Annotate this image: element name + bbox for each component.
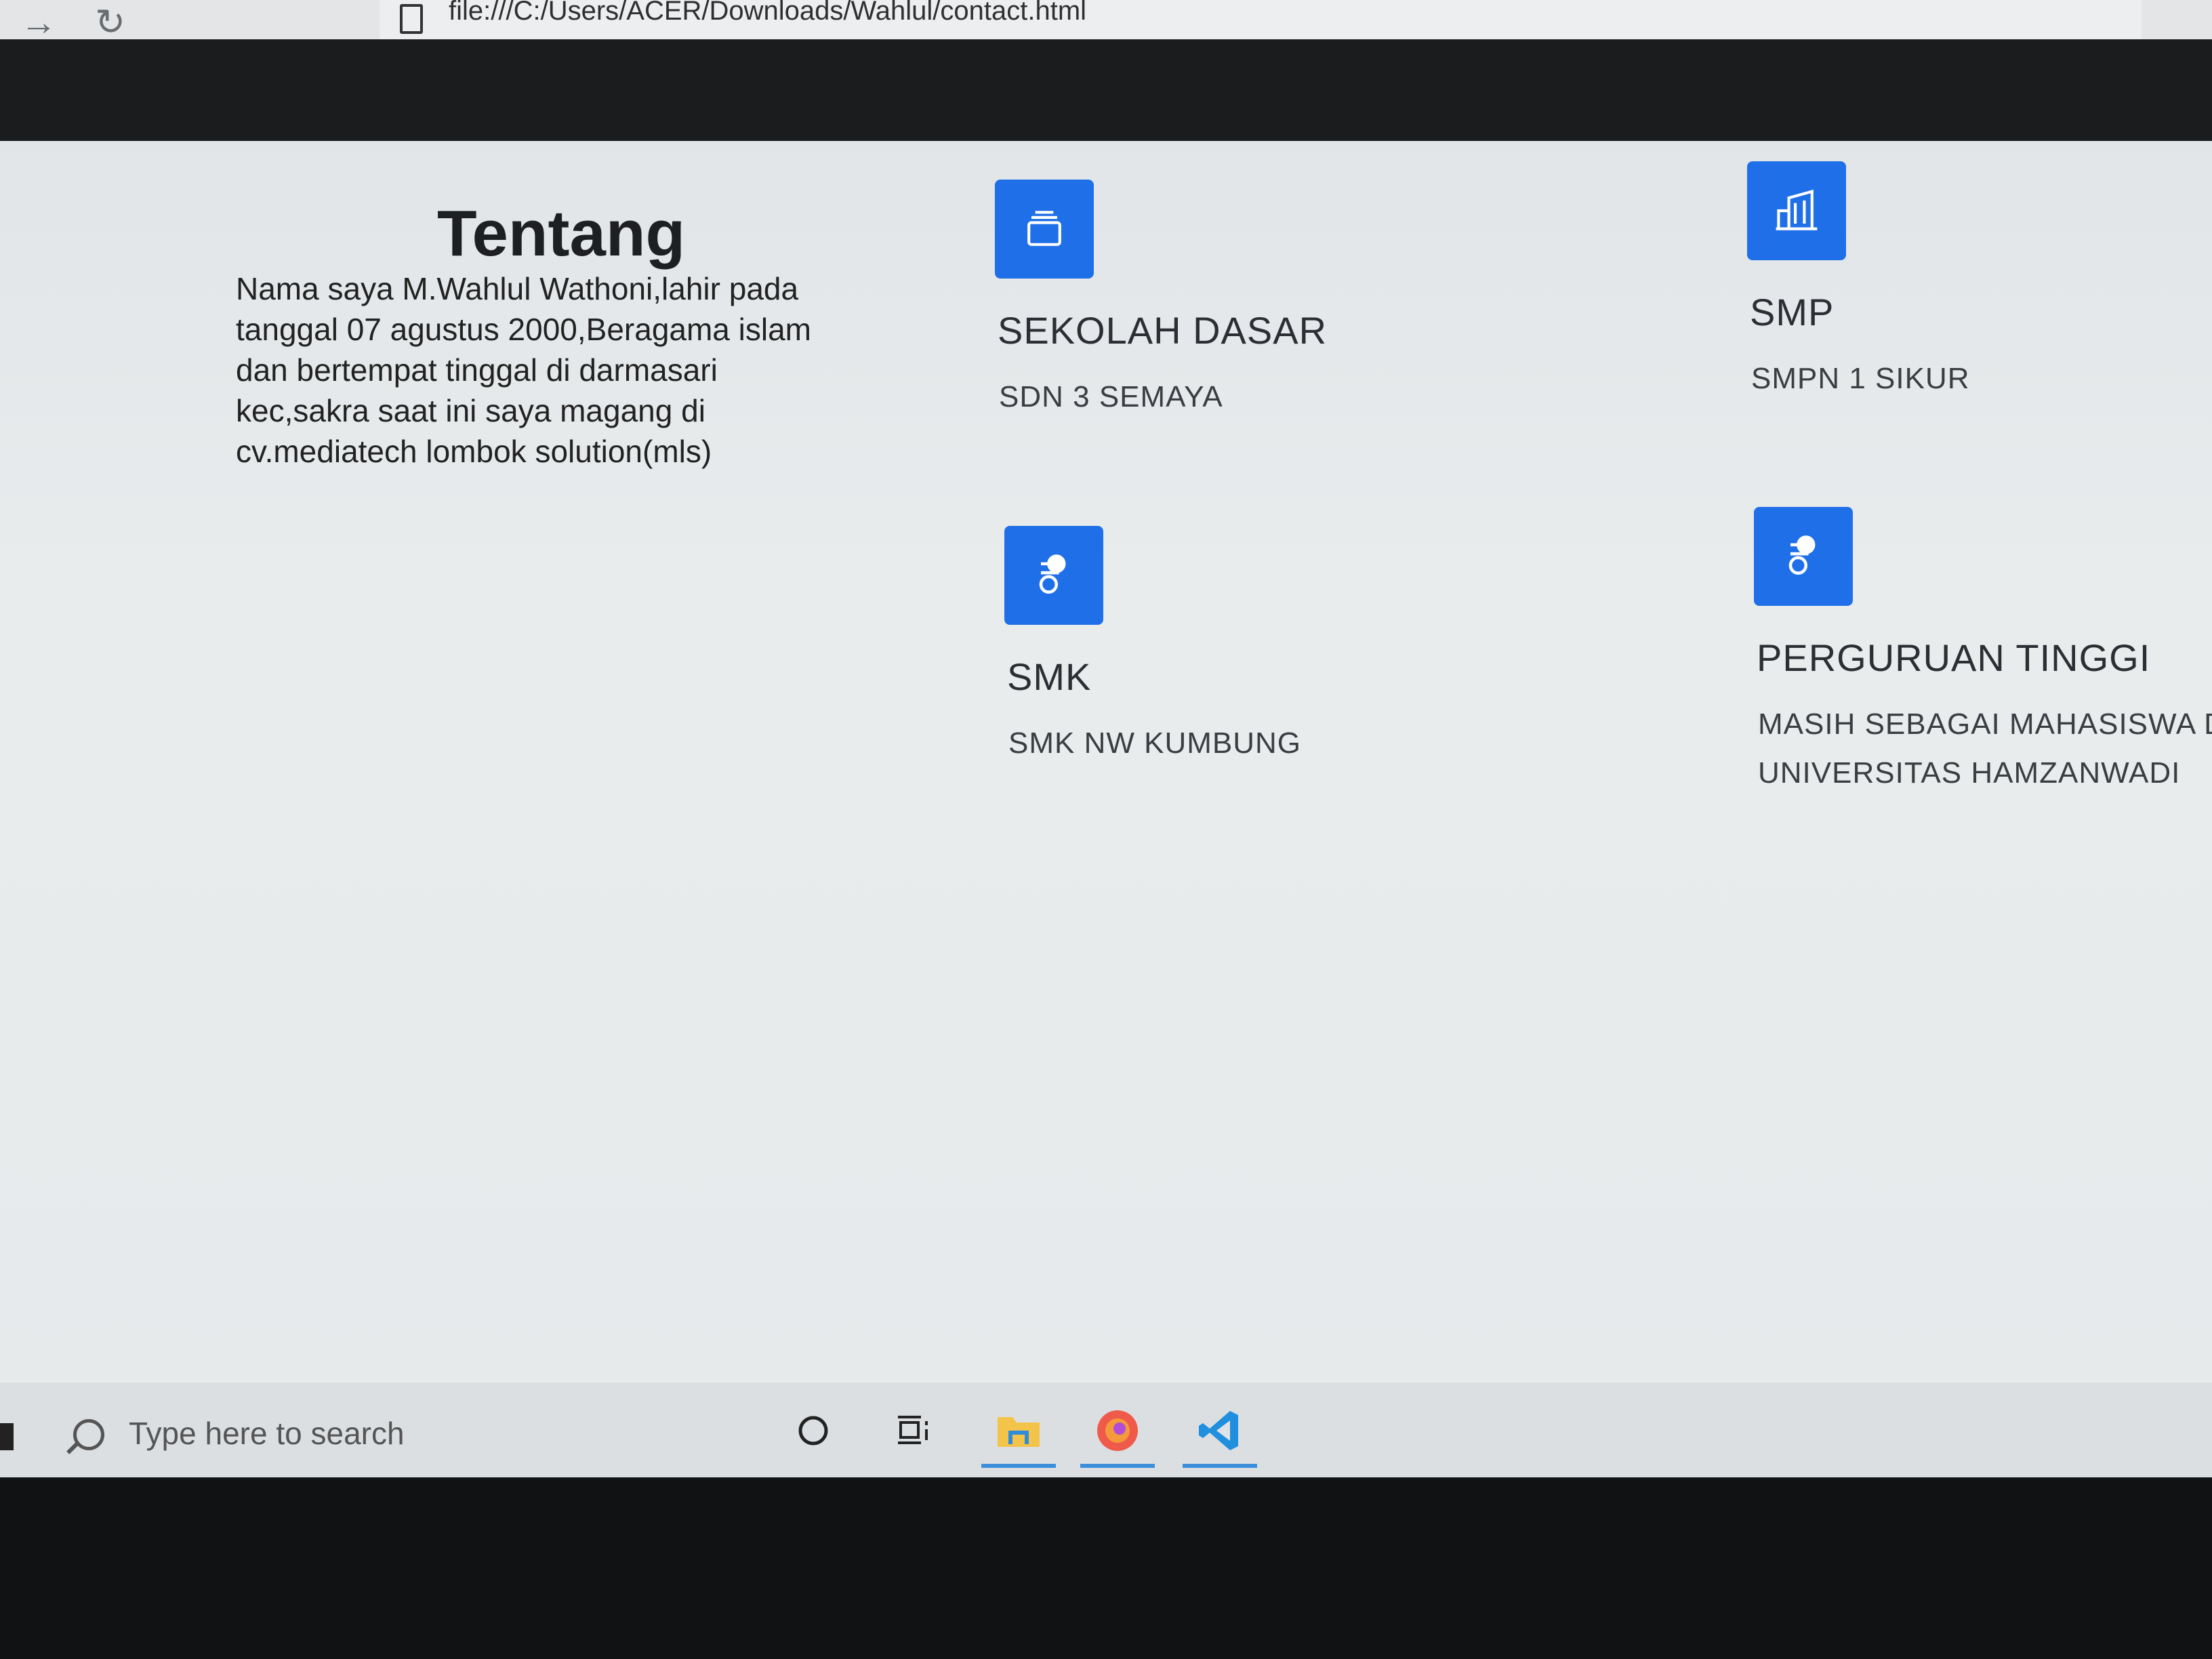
node-icon (1754, 507, 1853, 606)
about-line: kec,sakra saat ini saya magang di (236, 393, 705, 428)
about-line: dan bertempat tinggal di darmasari (236, 352, 718, 388)
education-school: SMPN 1 SIKUR (1751, 362, 1970, 395)
vscode-icon[interactable] (1183, 1393, 1257, 1468)
education-school-line: MASIH SEBAGAI MAHASISWA D (1758, 708, 2212, 741)
page-navbar (0, 39, 2212, 141)
cortana-icon[interactable] (776, 1393, 851, 1468)
url-text[interactable]: file:///C:/Users/ACER/Downloads/Wahlul/c… (449, 0, 1086, 26)
reload-icon[interactable]: ↻ (95, 4, 125, 41)
about-text: Nama saya M.Wahlul Wathoni,lahir pada ta… (236, 268, 859, 472)
archive-icon (995, 180, 1094, 279)
education-title: SMP (1750, 291, 1835, 333)
forward-icon[interactable]: → (20, 4, 57, 41)
active-indicator (1080, 1464, 1155, 1468)
screen: → ↻ file:///C:/Users/ACER/Downloads/Wahl… (0, 0, 2212, 1477)
education-school-line: UNIVERSITAS HAMZANWADI (1758, 756, 2181, 790)
start-button[interactable] (0, 1423, 14, 1450)
search-icon (73, 1419, 104, 1450)
node-icon (1004, 526, 1103, 625)
search-placeholder: Type here to search (129, 1416, 405, 1451)
about-title: Tentang (437, 197, 686, 270)
education-school: MASIH SEBAGAI MAHASISWA D UNIVERSITAS HA… (1758, 700, 2212, 798)
about-line: cv.mediatech lombok solution(mls) (236, 434, 712, 469)
file-icon (400, 4, 423, 34)
education-school: SDN 3 SEMAYA (999, 380, 1223, 413)
taskbar: Type here to search (0, 1382, 2212, 1477)
task-view-icon[interactable] (876, 1393, 950, 1468)
education-title: PERGURUAN TINGGI (1757, 636, 2151, 679)
about-line: Nama saya M.Wahlul Wathoni,lahir pada (236, 271, 799, 306)
about-line: tanggal 07 agustus 2000,Beragama islam (236, 312, 812, 347)
firefox-icon[interactable] (1080, 1393, 1155, 1468)
education-school: SMK NW KUMBUNG (1008, 726, 1301, 760)
education-title: SMK (1007, 655, 1092, 698)
active-indicator (1183, 1464, 1257, 1468)
browser-toolbar: → ↻ file:///C:/Users/ACER/Downloads/Wahl… (0, 0, 2212, 41)
building-icon (1747, 161, 1846, 260)
taskbar-search[interactable]: Type here to search (60, 1410, 771, 1471)
file-explorer-icon[interactable] (981, 1393, 1056, 1468)
active-indicator (981, 1464, 1056, 1468)
monitor-bezel (0, 1477, 2212, 1659)
education-title: SEKOLAH DASAR (998, 309, 1328, 352)
